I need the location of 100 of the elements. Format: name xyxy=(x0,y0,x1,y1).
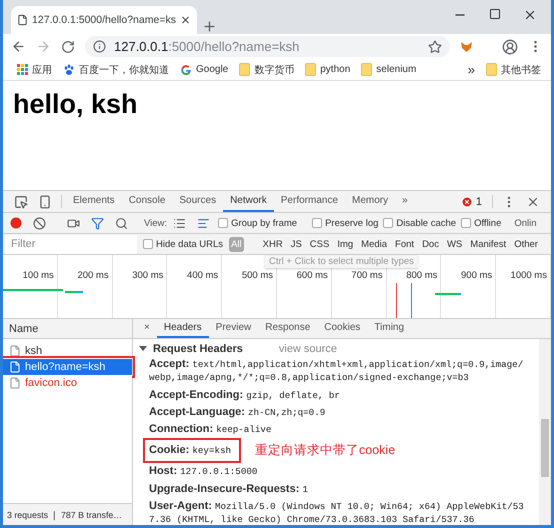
annotation-note: 重定向请求中带了cookie xyxy=(255,442,396,460)
type-filter-button[interactable]: Manifest xyxy=(468,236,508,252)
option-checkbox[interactable]: Disable cache xyxy=(381,218,458,228)
fox-extension-icon[interactable] xyxy=(460,40,473,52)
address-bar[interactable]: 127.0.0.1:5000/hello?name=ksh xyxy=(85,36,450,57)
error-counter[interactable]: 1 xyxy=(454,191,488,212)
type-filter-button[interactable]: Font xyxy=(393,236,416,252)
devtools-tab[interactable]: Performance xyxy=(274,191,346,212)
type-filter-button[interactable]: XHR xyxy=(260,236,285,252)
error-icon xyxy=(460,196,473,208)
time-tick-label: 900 ms xyxy=(461,270,492,281)
clear-icon[interactable] xyxy=(33,216,46,230)
bookmark[interactable]: 数字货币 xyxy=(239,62,294,76)
folder-icon xyxy=(239,63,250,76)
devtools-tab[interactable]: Memory xyxy=(345,191,396,212)
close-button[interactable]: × xyxy=(137,319,157,338)
device-icon[interactable] xyxy=(38,194,52,208)
devtools-tab[interactable]: Elements xyxy=(66,191,122,212)
detail-tab[interactable]: Preview xyxy=(208,319,258,338)
detail-tab[interactable]: Timing xyxy=(367,319,412,338)
filter-field[interactable]: Filter xyxy=(5,234,137,254)
more-bookmarks-button[interactable]: » xyxy=(468,62,475,77)
header-line: Accept-Encoding: gzip, deflate, br xyxy=(148,388,341,403)
star-icon[interactable] xyxy=(428,40,442,54)
bookmark[interactable]: selenium xyxy=(361,63,416,76)
info-icon xyxy=(93,40,106,53)
list-view-icon[interactable] xyxy=(173,216,186,230)
type-filter-button[interactable]: CSS xyxy=(308,236,332,252)
status-bar: 3 requests ❘ 787 B transfe… xyxy=(3,503,132,525)
header-line: User-Agent: Mozilla/5.0 (Windows NT 10.0; Win64; x64) AppleWebKit/537.36 (KHTML, like Gecko) Chrome/73.0.3683.103 Safari/537.36 xyxy=(148,499,525,525)
time-tick-label: 500 ms xyxy=(242,270,273,281)
time-tick-label: 600 ms xyxy=(296,270,328,281)
bookmark[interactable]: python xyxy=(305,63,350,76)
google-g-icon xyxy=(180,64,192,76)
document-icon xyxy=(9,361,21,373)
header-line: Connection: keep-alive xyxy=(148,422,272,438)
type-filter-button[interactable]: WS xyxy=(444,236,464,252)
hide-data-urls-checkbox[interactable]: Hide data URLs xyxy=(141,238,226,250)
header-line: Upgrade-Insecure-Requests: 1 xyxy=(148,482,309,497)
view-source-link[interactable]: view source xyxy=(278,342,337,354)
detail-tab[interactable]: Headers xyxy=(156,319,209,338)
close-icon[interactable] xyxy=(180,14,191,26)
reload-icon[interactable] xyxy=(61,40,75,54)
new-tab-icon[interactable] xyxy=(202,19,217,34)
detail-tab[interactable]: Response xyxy=(258,319,318,338)
inspect-icon[interactable] xyxy=(14,194,28,208)
request-row[interactable]: ksh xyxy=(3,343,132,359)
more-tabs-button[interactable]: » xyxy=(395,191,415,212)
devtools-tab[interactable]: Sources xyxy=(172,191,224,212)
view-label: View: xyxy=(144,218,168,228)
bookmark-label: 应用 xyxy=(32,64,52,76)
option-checkbox[interactable]: Offline xyxy=(459,218,504,228)
folder-icon xyxy=(361,63,372,76)
type-filter-button[interactable]: Img xyxy=(335,236,356,252)
throttling-dropdown[interactable]: Onlin xyxy=(514,218,537,228)
type-filter-button[interactable]: Media xyxy=(359,236,390,252)
type-filter-button[interactable]: JS xyxy=(288,236,304,252)
type-filter-button[interactable]: Doc xyxy=(420,236,441,252)
account-icon[interactable] xyxy=(502,38,518,54)
folder-icon xyxy=(486,63,497,76)
header-line: Host: 127.0.0.1:5000 xyxy=(148,464,258,480)
time-tick-label: 300 ms xyxy=(132,270,164,281)
filter-icon[interactable] xyxy=(91,216,104,230)
time-tick-label: 700 ms xyxy=(351,270,383,281)
apps-grid-icon xyxy=(17,64,28,75)
bookmark[interactable]: 百度一下，你就知道 xyxy=(63,62,169,76)
devtools-tab[interactable]: Console xyxy=(122,191,172,212)
time-tick-label: 800 ms xyxy=(406,270,438,281)
bookmark-label: selenium xyxy=(376,64,416,75)
document-icon xyxy=(9,377,21,389)
waterfall-view-icon[interactable] xyxy=(197,216,210,230)
bookmark[interactable]: 其他书签 xyxy=(486,62,541,76)
option-checkbox[interactable]: Preserve log xyxy=(310,218,380,228)
tooltip: Ctrl + Click to select multiple types xyxy=(265,255,418,268)
detail-tab[interactable]: Cookies xyxy=(317,319,368,338)
time-tick-label: 1000 ms xyxy=(510,270,547,281)
request-row[interactable]: hello?name=ksh xyxy=(3,359,132,375)
bookmark-label: 数字货币 xyxy=(254,64,294,76)
header-line: Accept-Language: zh-CN,zh;q=0.9 xyxy=(148,404,326,420)
name-column-header[interactable]: Name xyxy=(3,319,132,339)
type-filter-button[interactable]: Other xyxy=(512,236,540,252)
bookmark[interactable]: Google xyxy=(180,64,228,76)
bookmark-label: python xyxy=(320,64,350,75)
browser-tab[interactable]: 127.0.0.1:5000/hello?name=ks xyxy=(11,6,197,34)
section-header[interactable]: Request Headers view source xyxy=(139,341,535,356)
document-icon xyxy=(9,345,21,357)
option-checkbox[interactable]: Group by frame xyxy=(216,218,300,228)
camera-icon[interactable] xyxy=(67,216,80,230)
time-tick-label: 400 ms xyxy=(187,270,218,281)
maximize-icon[interactable] xyxy=(489,8,501,20)
scrollbar-thumb[interactable] xyxy=(541,419,549,477)
bookmark-label: 百度一下，你就知道 xyxy=(79,64,169,76)
back-icon[interactable] xyxy=(11,39,26,54)
bookmark[interactable]: 应用 xyxy=(17,62,52,76)
bookmark-label: Google xyxy=(196,64,228,75)
close-icon[interactable] xyxy=(523,8,537,22)
bookmark-label: 其他书签 xyxy=(501,64,541,76)
record-icon[interactable] xyxy=(10,217,22,229)
search-icon[interactable] xyxy=(115,216,128,230)
time-tick-label: 200 ms xyxy=(77,270,109,281)
